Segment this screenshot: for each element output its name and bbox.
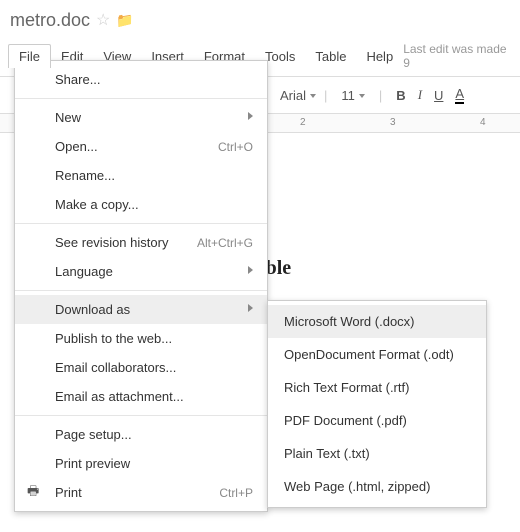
download-submenu: Microsoft Word (.docx) OpenDocument Form… [267, 300, 487, 508]
font-selector[interactable]: Arial [280, 88, 316, 103]
menu-language[interactable]: Language [15, 257, 267, 286]
download-txt[interactable]: Plain Text (.txt) [268, 437, 486, 470]
menu-print[interactable]: 🖶PrintCtrl+P [15, 478, 267, 507]
menu-open[interactable]: Open...Ctrl+O [15, 132, 267, 161]
star-icon[interactable]: ☆ [96, 10, 110, 30]
menu-file[interactable]: File [8, 44, 51, 68]
menu-new[interactable]: New [15, 103, 267, 132]
menu-email-collaborators[interactable]: Email collaborators... [15, 353, 267, 382]
download-odt[interactable]: OpenDocument Format (.odt) [268, 338, 486, 371]
download-rtf[interactable]: Rich Text Format (.rtf) [268, 371, 486, 404]
last-edit-text[interactable]: Last edit was made 9 [403, 42, 512, 70]
menu-table[interactable]: Table [305, 45, 356, 68]
download-pdf[interactable]: PDF Document (.pdf) [268, 404, 486, 437]
text-color-button[interactable]: A [455, 86, 464, 104]
font-size[interactable]: 11 [341, 88, 365, 103]
italic-button[interactable]: I [418, 87, 422, 103]
menu-publish-web[interactable]: Publish to the web... [15, 324, 267, 353]
menu-help[interactable]: Help [356, 45, 403, 68]
menu-page-setup[interactable]: Page setup... [15, 420, 267, 449]
download-docx[interactable]: Microsoft Word (.docx) [268, 305, 486, 338]
underline-button[interactable]: U [434, 88, 443, 103]
menu-download-as[interactable]: Download as [15, 295, 267, 324]
download-html[interactable]: Web Page (.html, zipped) [268, 470, 486, 503]
menu-print-preview[interactable]: Print preview [15, 449, 267, 478]
file-dropdown: Share... New Open...Ctrl+O Rename... Mak… [14, 60, 268, 512]
menu-rename[interactable]: Rename... [15, 161, 267, 190]
menu-revision-history[interactable]: See revision historyAlt+Ctrl+G [15, 228, 267, 257]
print-icon: 🖶 [27, 482, 39, 504]
menu-email-attachment[interactable]: Email as attachment... [15, 382, 267, 411]
menu-make-copy[interactable]: Make a copy... [15, 190, 267, 219]
menu-share[interactable]: Share... [15, 65, 267, 94]
folder-icon[interactable]: 📁 [116, 12, 133, 29]
doc-title[interactable]: metro.doc [10, 10, 90, 31]
bold-button[interactable]: B [396, 88, 405, 103]
